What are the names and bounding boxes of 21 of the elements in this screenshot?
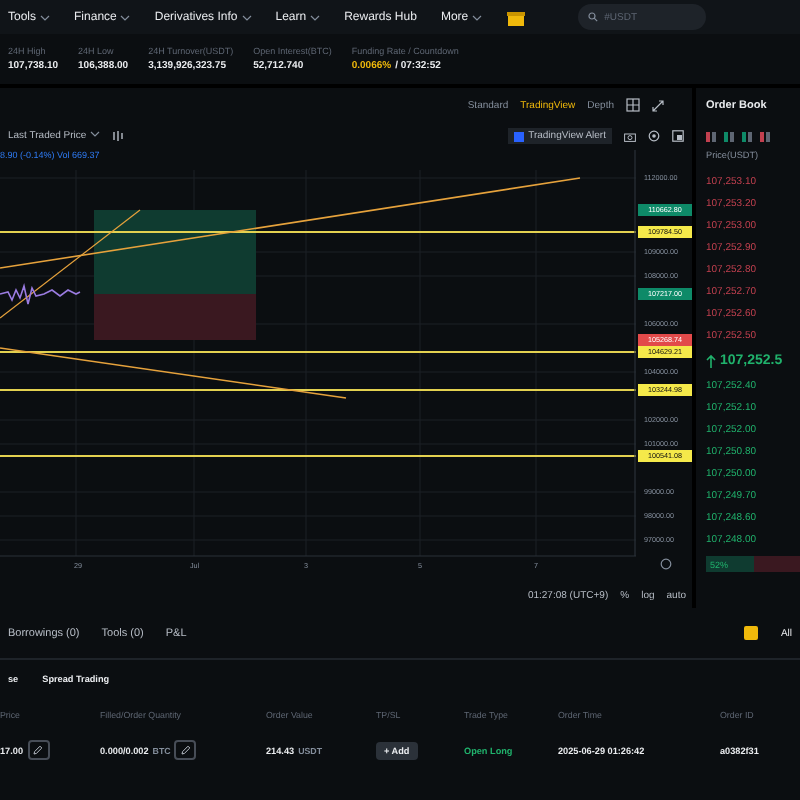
pencil-icon <box>179 744 192 756</box>
edit-button[interactable] <box>174 740 197 760</box>
caret-icon <box>120 13 131 21</box>
up-arrow-icon <box>706 353 716 367</box>
caret-icon <box>310 13 321 21</box>
caret-icon <box>90 130 101 138</box>
camera-icon[interactable] <box>624 131 636 141</box>
pencil-icon <box>32 744 44 756</box>
all-checkbox[interactable] <box>744 626 759 640</box>
gift-icon[interactable] <box>506 8 527 26</box>
caret-icon <box>241 13 252 21</box>
indicator-icon[interactable] <box>112 130 125 142</box>
caret-icon <box>472 13 483 21</box>
search-icon <box>588 12 599 22</box>
fullscreen-icon[interactable] <box>672 130 684 142</box>
settings-icon[interactable] <box>648 130 660 142</box>
expand-icon[interactable] <box>652 99 664 111</box>
caret-icon <box>40 13 51 21</box>
edit-button[interactable] <box>27 740 49 760</box>
grid-icon[interactable] <box>626 98 640 112</box>
settings-icon[interactable] <box>660 558 672 570</box>
